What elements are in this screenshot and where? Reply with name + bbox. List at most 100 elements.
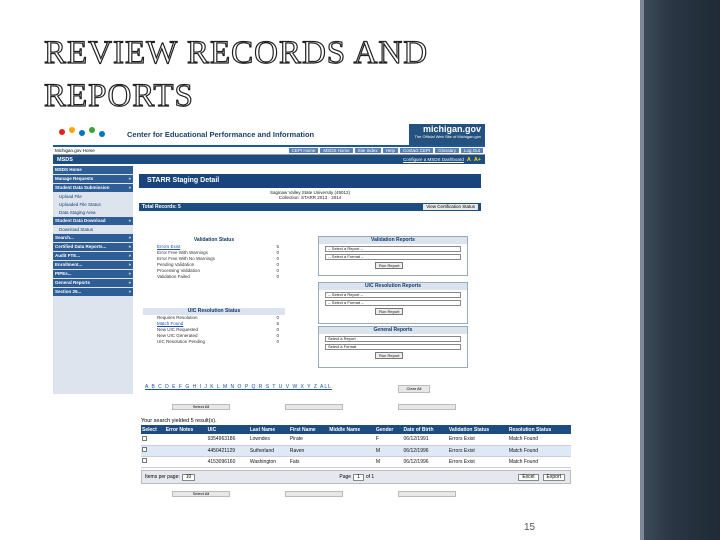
row-select-checkbox[interactable] [142, 458, 147, 463]
left-nav-label: Upload File [59, 194, 82, 199]
left-nav-label: Uploaded File Status [59, 202, 101, 207]
table-cell: Errors Exist [447, 434, 508, 446]
table-cell: Errors Exist [447, 445, 508, 457]
table-cell [164, 434, 207, 446]
left-nav-item[interactable]: Search... » [53, 234, 133, 242]
view-certification-button[interactable]: View Certification Status [423, 204, 478, 210]
column-header[interactable]: Select [141, 425, 165, 434]
left-nav-label: Enrollment... [55, 262, 83, 267]
action-button-2[interactable] [285, 404, 343, 410]
column-header[interactable]: Resolution Status [507, 425, 571, 434]
status-count: 0 [276, 274, 279, 279]
select-all-button[interactable]: Select All [172, 404, 230, 410]
column-header[interactable]: Gender [374, 425, 403, 434]
page-input[interactable]: 1 [353, 473, 364, 481]
action-button-bottom-3[interactable] [398, 491, 456, 497]
table-cell: Pirate [288, 434, 329, 446]
action-button-3[interactable] [398, 404, 456, 410]
app-name: MSDS [57, 156, 73, 163]
table-row[interactable]: 9354963186 Lowndes Pirate F 06/12/1991 Errors… [141, 434, 571, 446]
left-nav-item[interactable]: Enrollment... » [53, 261, 133, 269]
left-nav-item[interactable]: Download Status [53, 226, 133, 234]
left-nav-label: Section 25... [55, 289, 82, 294]
alpha-letters[interactable]: A B C D E F G H I J K L M N O P Q R S T … [145, 384, 332, 390]
left-nav-item[interactable]: Student Data Download » [53, 217, 133, 225]
items-per-page-select[interactable]: 10 [181, 473, 196, 481]
column-header[interactable]: Validation Status [447, 425, 508, 434]
table-cell: Lowndes [248, 434, 289, 446]
left-nav-item[interactable]: Audit FTE... » [53, 252, 133, 260]
left-nav-item[interactable]: Data Staging Area [53, 209, 133, 217]
uic-format-select[interactable]: -- Select a Format -- [325, 300, 461, 306]
uic-resolution-header: UIC Resolution Status [143, 308, 285, 315]
row-select-checkbox[interactable] [142, 435, 147, 441]
top-link-5[interactable]: Glossary [435, 148, 459, 153]
general-report-select[interactable]: Select a Report [325, 336, 461, 342]
table-cell: F [374, 434, 403, 446]
left-nav-arrow-icon: » [128, 244, 131, 249]
top-link-6[interactable]: Log Out [460, 148, 483, 153]
left-nav-item[interactable]: Certified Data Reports... » [53, 243, 133, 251]
michigan-home-link[interactable]: Michigan.gov Home [55, 148, 287, 153]
column-header[interactable]: UIC [206, 425, 249, 434]
row-select-checkbox[interactable] [142, 447, 147, 452]
table-cell: 06/12/1996 [402, 456, 448, 468]
select-all-bottom-button[interactable]: Select All [172, 491, 230, 497]
validation-status-panel: Validation Status Errors Exist 5 Error Fre… [143, 237, 285, 307]
left-nav-item[interactable]: Upload File [53, 193, 133, 201]
validation-run-report-button[interactable]: Run Report [375, 262, 404, 269]
export-format-select[interactable]: Excel [518, 473, 539, 481]
left-nav-label: Manage Requests [55, 176, 94, 181]
clear-all-button[interactable]: Clear All [398, 385, 430, 393]
left-nav-arrow-icon: » [128, 218, 131, 223]
text-size-small-button[interactable]: A [467, 157, 471, 163]
left-nav-item[interactable]: Section 25... » [53, 288, 133, 296]
action-button-bottom-2[interactable] [285, 491, 343, 497]
left-nav-item[interactable]: Manage Requests » [53, 175, 133, 183]
left-nav-item[interactable]: Uploaded File Status [53, 201, 133, 209]
top-link-1[interactable]: MSDS Home [320, 148, 353, 153]
left-nav-item[interactable]: MSDS Home [53, 166, 133, 174]
table-cell: Match Found [507, 456, 571, 468]
status-label: UIC Resolution Pending [157, 339, 206, 344]
table-row[interactable]: 4153096160 Washington Fats M 06/12/1996 Error… [141, 456, 571, 468]
select-cell[interactable] [141, 434, 165, 446]
top-link-0[interactable]: CEPI Home [288, 148, 319, 153]
general-format-select[interactable]: Select a Format [325, 344, 461, 350]
top-link-2[interactable]: Site Index [354, 148, 381, 153]
left-nav-item[interactable]: PIPEs... » [53, 270, 133, 278]
left-nav-label: Download Status [59, 227, 94, 232]
status-label: Validation Failed [157, 274, 190, 279]
left-nav-item[interactable]: Student Data Submission » [53, 184, 133, 192]
top-link-4[interactable]: Contact CEPI [399, 148, 434, 153]
column-header[interactable]: Error Notes [164, 425, 207, 434]
column-header[interactable]: First Name [288, 425, 329, 434]
column-header[interactable]: Middle Name [328, 425, 375, 434]
general-reports-panel: General Reports Select a Report Select a… [318, 326, 468, 368]
export-button[interactable]: Export [542, 473, 565, 481]
page-label: Page [339, 474, 352, 480]
validation-format-select[interactable]: -- Select a Format -- [325, 254, 461, 260]
text-size-large-button[interactable]: A+ [474, 157, 481, 163]
left-nav-arrow-icon: » [128, 271, 131, 276]
top-nav: Michigan.gov Home CEPI Home MSDS Home Site… [53, 147, 485, 155]
michigan-logo[interactable]: michigan.gov The Official Web Site of Mic… [409, 124, 485, 145]
uic-run-report-button[interactable]: Run Report [375, 308, 404, 315]
top-link-3[interactable]: Help [382, 148, 398, 153]
status-count: 0 [276, 339, 279, 344]
left-nav-label: Student Data Download [55, 218, 106, 223]
general-run-report-button[interactable]: Run Report [375, 352, 404, 359]
table-row[interactable]: 4450421129 Sutherland Raven M 06/12/1996 Erro… [141, 445, 571, 457]
select-cell[interactable] [141, 445, 165, 457]
site-header: Center for Educational Performance and I… [53, 124, 485, 147]
dashboard-link[interactable]: Configure a MSDS Dashboard [403, 157, 464, 162]
uic-report-select[interactable]: -- Select a Report -- [325, 292, 461, 298]
select-cell[interactable] [141, 456, 165, 468]
left-nav-item[interactable]: General Reports » [53, 279, 133, 287]
left-nav-arrow-icon: » [128, 289, 131, 294]
validation-report-select[interactable]: -- Select a Report -- [325, 246, 461, 252]
column-header[interactable]: Last Name [248, 425, 289, 434]
table-cell: 06/12/1996 [402, 445, 448, 457]
left-nav-arrow-icon: » [128, 262, 131, 267]
column-header[interactable]: Date of Birth [402, 425, 448, 434]
